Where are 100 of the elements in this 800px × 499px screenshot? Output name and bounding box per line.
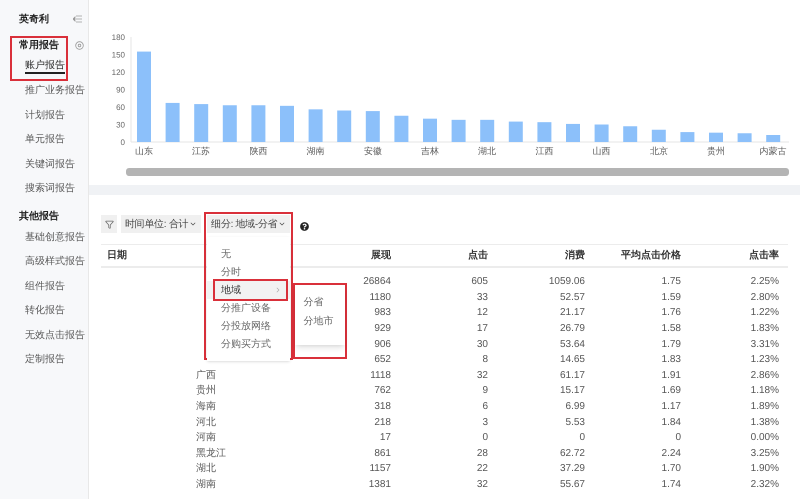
y-tick-label: 90 (116, 86, 125, 94)
table-cell-text: 黑龙江 (196, 446, 226, 461)
y-tick-label: 180 (112, 33, 125, 42)
bar (652, 130, 666, 142)
sidebar-item[interactable]: 基础创意报告 (25, 230, 85, 244)
sidebar-item[interactable]: 账户报告 (25, 58, 65, 74)
x-tick-label: 江苏 (192, 146, 210, 156)
bar (566, 124, 580, 142)
table-cell-text: 26864 (363, 275, 391, 290)
sidebar-item[interactable]: 无效点击报告 (25, 328, 85, 342)
table-cell-text: 1.59 (662, 290, 681, 305)
sidebar-item[interactable]: 关键词报告 (25, 158, 75, 171)
table-cell-text: 1.69 (662, 384, 681, 398)
table-cell-text: 61.17 (560, 368, 585, 383)
sidebar-item[interactable]: 计划报告 (25, 108, 65, 122)
bar (508, 122, 523, 142)
table-cell-text: 1.89% (750, 400, 779, 414)
bar (308, 109, 323, 142)
table-cell-text: 1118 (370, 368, 391, 383)
table-cell-text: 26.79 (560, 322, 585, 336)
sidebar-item[interactable]: 搜索词报告 (25, 182, 75, 196)
app-title: 英奇利 (19, 12, 49, 26)
column-header: 日期 (106, 248, 127, 263)
sidebar-item[interactable]: 组件报告 (25, 280, 65, 293)
table-cell-text: 1059.06 (548, 275, 585, 290)
sidebar-item[interactable]: 高级样式报告 (25, 255, 85, 268)
table-cell-text: 广西 (196, 368, 216, 383)
bar (738, 133, 752, 142)
x-tick-label: 江西 (535, 146, 554, 156)
table-cell-text: 6.99 (566, 400, 585, 414)
table-cell-text: 河北 (196, 416, 216, 430)
table-cell-text: 3.31% (750, 338, 779, 352)
table-cell-text: 762 (374, 384, 391, 398)
menu-fold-icon[interactable] (73, 15, 82, 23)
sidebar-item[interactable]: 定制报告 (25, 353, 65, 366)
table-cell-text: 28 (476, 446, 488, 461)
table-cell-text: 0 (579, 431, 585, 446)
column-header: 点击率 (749, 248, 779, 263)
bar (337, 110, 352, 142)
table-cell-text: 1.18% (750, 384, 779, 398)
table-cell-text: 2.80% (750, 290, 779, 305)
table-cell-text: 3.25% (750, 446, 779, 461)
table-cell-text: 1.83 (662, 353, 681, 368)
table-cell-text: 52.57 (560, 290, 585, 305)
dropdown-item[interactable]: 分时 (207, 263, 290, 281)
table-cell-text: 3 (482, 416, 488, 430)
y-tick-label: 0 (120, 138, 125, 147)
table-cell-text: 861 (374, 446, 391, 461)
filter-button[interactable] (101, 215, 117, 233)
table-cell-text: 1.17 (662, 400, 681, 414)
caret-icon (189, 220, 198, 228)
submenu-item[interactable]: 分地市 (295, 312, 346, 331)
sidebar-item[interactable]: 单元报告 (25, 133, 65, 146)
bar (537, 122, 552, 142)
table-cell-text: 218 (374, 416, 391, 430)
dropdown-item[interactable]: 分投放网络 (207, 317, 290, 335)
sidebar-item[interactable]: 推广业务报告 (25, 84, 85, 98)
bar (623, 126, 638, 142)
help-icon[interactable] (300, 222, 310, 230)
y-tick-label: 120 (112, 68, 125, 77)
table-cell-text: 906 (374, 338, 391, 352)
annotation-box (10, 36, 68, 81)
bar (394, 116, 408, 142)
bar (366, 111, 380, 142)
x-tick-label: 内蒙古 (760, 146, 787, 156)
bar (480, 120, 494, 142)
column-header: 点击 (468, 248, 488, 263)
dropdown-item[interactable]: 分购买方式 (207, 335, 290, 353)
table-cell-text: 929 (374, 322, 391, 336)
scrollbar[interactable] (126, 168, 789, 176)
table-cell-text: 2.25% (750, 275, 779, 290)
table-cell-text: 1.70 (662, 462, 681, 476)
table-cell-text: 0.00% (750, 431, 779, 446)
table-cell-text: 33 (476, 290, 488, 305)
table-cell-text: 1.79 (662, 338, 681, 352)
dropdown-item[interactable]: 地域 (207, 281, 290, 299)
x-tick-label: 山西 (592, 146, 611, 156)
y-tick-label: 30 (116, 120, 125, 130)
settings-icon[interactable] (75, 40, 84, 50)
table-cell-text: 0 (675, 431, 681, 446)
bar (280, 106, 294, 142)
x-tick-label: 安徽 (364, 146, 382, 156)
dropdown-item[interactable]: 无 (207, 245, 290, 263)
table-cell-text: 2.86% (750, 368, 779, 383)
table-cell-text: 37.29 (560, 462, 585, 476)
dropdown-item[interactable]: 分推广设备 (207, 299, 290, 317)
table-cell-text: 32 (476, 478, 488, 492)
x-tick-label: 湖北 (478, 146, 496, 156)
table-cell-text: 17 (380, 431, 391, 446)
table-cell-text: 5.53 (566, 416, 585, 430)
table-cell-text: 1.91 (662, 368, 681, 383)
time-unit-dropdown[interactable]: 时间单位: 合计 (121, 215, 202, 233)
table-cell-text: 河南 (196, 430, 216, 446)
table-cell-text: 1.23% (750, 353, 779, 368)
bar (222, 105, 237, 142)
bar (194, 104, 208, 142)
table-cell-text: 1.83% (750, 322, 779, 336)
submenu-item[interactable]: 分省 (295, 293, 346, 312)
breakdown-dropdown[interactable]: 细分: 地域-分省 (207, 215, 290, 233)
sidebar-item[interactable]: 转化报告 (25, 304, 65, 318)
